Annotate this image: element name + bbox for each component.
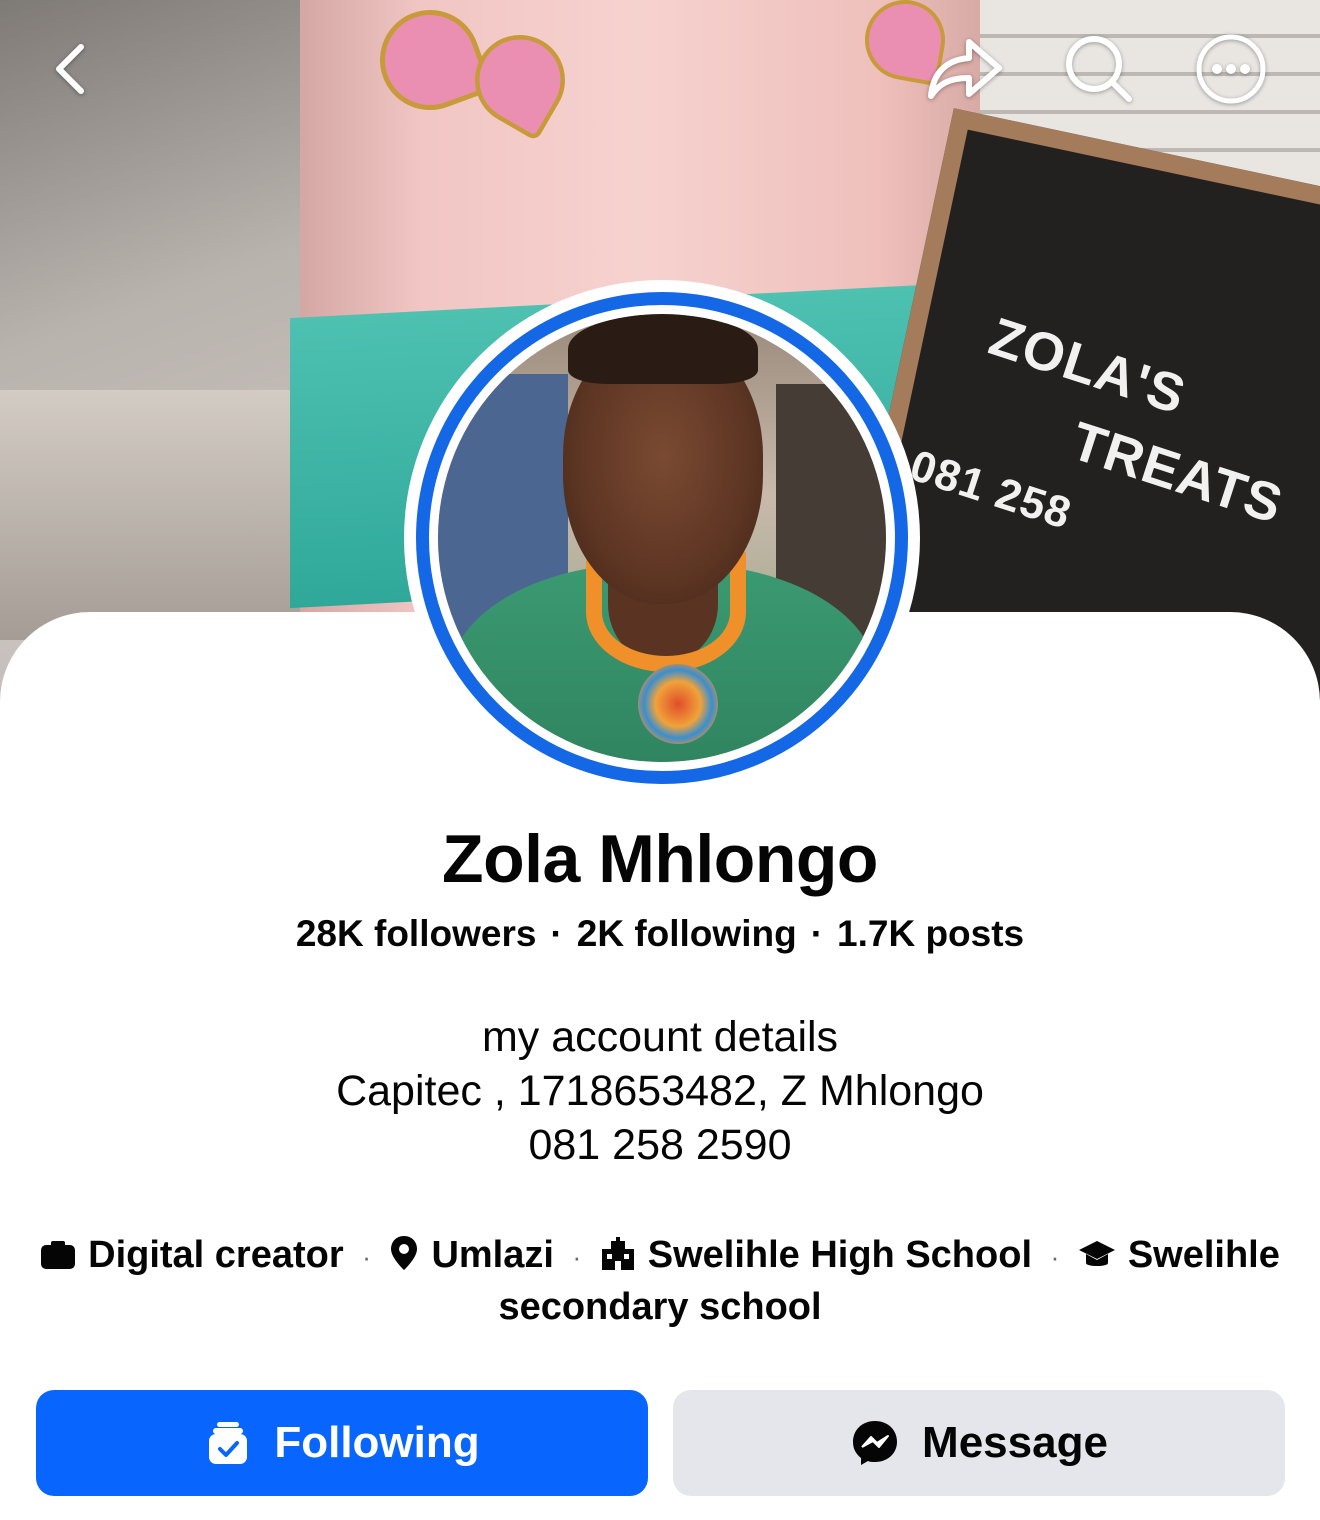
bio-line: 081 258 2590 (528, 1121, 792, 1169)
following-label: Following (274, 1418, 480, 1467)
detail-item[interactable]: Umlazi (389, 1234, 564, 1276)
following-check-icon (204, 1420, 252, 1466)
detail-separator: · (362, 1241, 371, 1272)
search-button[interactable] (1054, 24, 1144, 114)
location-pin-icon (391, 1236, 418, 1270)
avatar-photo (438, 314, 886, 762)
profile-name: Zola Mhlongo (442, 821, 878, 897)
more-button[interactable] (1186, 24, 1276, 114)
school-building-icon (601, 1237, 634, 1270)
stats-separator: · (810, 913, 824, 954)
following-button[interactable]: Following (36, 1390, 648, 1496)
graduation-cap-icon (1078, 1241, 1115, 1266)
detail-label: Swelihle High School (647, 1234, 1033, 1276)
followers-count[interactable]: 28K followers (296, 913, 537, 954)
profile-avatar[interactable] (404, 280, 920, 796)
story-ring (416, 292, 908, 784)
profile-details: Digital creator · Umlazi · Swelihle High… (30, 1230, 1290, 1332)
search-icon (1066, 36, 1132, 102)
bio-line: my account details (481, 1013, 839, 1061)
share-button[interactable] (920, 24, 1010, 114)
detail-label: Umlazi (431, 1234, 554, 1276)
messenger-icon (850, 1418, 900, 1468)
detail-separator: · (572, 1241, 582, 1272)
detail-label: Digital creator (88, 1234, 344, 1276)
following-count[interactable]: 2K following (577, 913, 797, 954)
more-dots-icon (1196, 34, 1266, 104)
detail-item[interactable]: Swelihle High School (600, 1234, 1043, 1276)
posts-count: 1.7K posts (837, 913, 1025, 954)
briefcase-icon (41, 1241, 76, 1269)
detail-separator: · (1050, 1241, 1060, 1272)
message-button[interactable]: Message (673, 1390, 1285, 1496)
detail-item: Digital creator (40, 1234, 354, 1276)
cover-counter (0, 390, 330, 640)
share-arrow-icon (928, 39, 1002, 99)
stats-separator: · (550, 913, 563, 954)
back-button[interactable] (26, 24, 116, 114)
profile-stats: 28K followers · 2K following · 1.7K posts (0, 913, 1320, 955)
bio-line: Capitec , 1718653482, Z Mhlongo (336, 1067, 984, 1115)
message-label: Message (922, 1418, 1108, 1467)
chevron-left-icon (56, 44, 84, 94)
profile-bio: my account details Capitec , 1718653482,… (0, 1010, 1320, 1172)
